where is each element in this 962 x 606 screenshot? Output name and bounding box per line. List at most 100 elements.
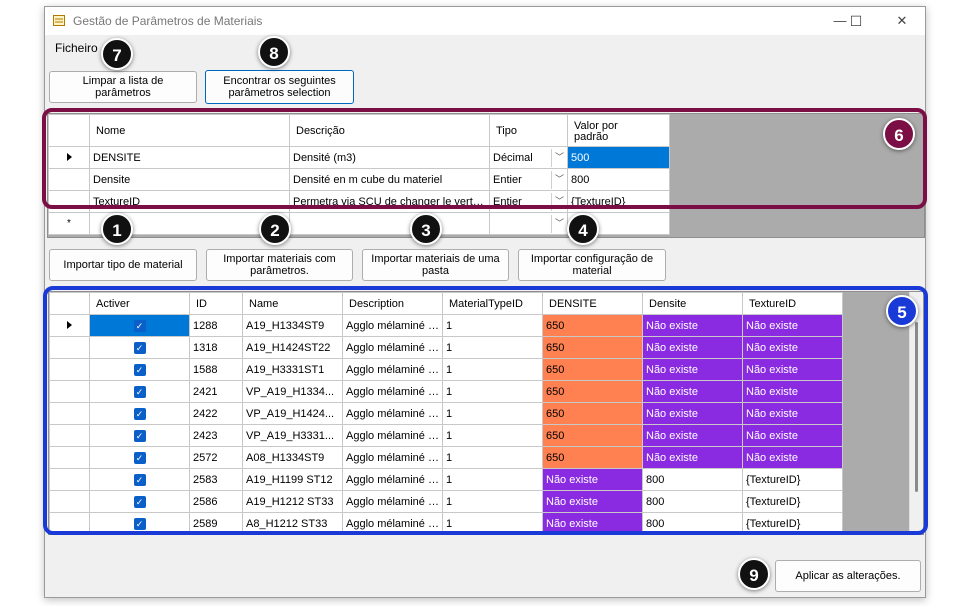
- maximize-button[interactable]: ☐: [841, 11, 871, 31]
- id-cell[interactable]: 1318: [189, 336, 243, 359]
- column-header[interactable]: TextureID: [742, 292, 843, 315]
- activer-checkbox[interactable]: ✓: [133, 363, 146, 376]
- densite-upper-cell[interactable]: 650: [542, 446, 643, 469]
- activer-checkbox[interactable]: ✓: [133, 495, 146, 508]
- densite-upper-cell[interactable]: 650: [542, 402, 643, 425]
- table-row[interactable]: ✓ 1318 A19_H1424ST22 Agglo mélaminé 1... 1 65…: [49, 336, 843, 359]
- chevron-down-icon[interactable]: ﹀: [551, 215, 567, 233]
- activer-cell[interactable]: ✓: [89, 468, 190, 491]
- densite-upper-cell[interactable]: 650: [542, 336, 643, 359]
- table-row[interactable]: ✓ 2589 A8_H1212 ST33 Agglo mélaminé 8... 1 Nã…: [49, 512, 843, 534]
- clear-parameters-button[interactable]: Limpar a lista de parâmetros: [49, 71, 197, 103]
- id-cell[interactable]: 2589: [189, 512, 243, 534]
- material-type-cell[interactable]: 1: [442, 446, 543, 469]
- id-cell[interactable]: 2586: [189, 490, 243, 513]
- texture-cell[interactable]: {TextureID}: [742, 490, 843, 513]
- vertical-scrollbar[interactable]: [909, 292, 923, 534]
- name-cell[interactable]: A19_H1212 ST33: [242, 490, 343, 513]
- chevron-down-icon[interactable]: ﹀: [551, 171, 567, 189]
- densite-upper-cell[interactable]: Não existe: [542, 468, 643, 491]
- column-header[interactable]: Valor por padrão: [567, 114, 670, 147]
- name-cell[interactable]: A8_H1212 ST33: [242, 512, 343, 534]
- texture-cell[interactable]: {TextureID}: [742, 468, 843, 491]
- description-cell[interactable]: Agglo mélaminé 8...: [342, 446, 443, 469]
- activer-cell[interactable]: ✓: [89, 380, 190, 403]
- name-cell[interactable]: A08_H1334ST9: [242, 446, 343, 469]
- activer-cell[interactable]: ✓: [89, 512, 190, 534]
- densite-cell[interactable]: 800: [642, 490, 743, 513]
- scrollbar-thumb[interactable]: [915, 322, 918, 492]
- name-cell[interactable]: VP_A19_H3331...: [242, 424, 343, 447]
- densite-cell[interactable]: Não existe: [642, 402, 743, 425]
- name-cell[interactable]: VP_A19_H1424...: [242, 402, 343, 425]
- activer-cell[interactable]: ✓: [89, 446, 190, 469]
- texture-cell[interactable]: Não existe: [742, 336, 843, 359]
- table-row[interactable]: ✓ 1288 A19_H1334ST9 Agglo mélaminé 1... 1 650…: [49, 314, 843, 337]
- activer-cell[interactable]: ✓: [89, 490, 190, 513]
- activer-cell[interactable]: ✓: [89, 402, 190, 425]
- material-type-cell[interactable]: 1: [442, 358, 543, 381]
- activer-checkbox[interactable]: ✓: [133, 473, 146, 486]
- activer-checkbox[interactable]: ✓: [133, 385, 146, 398]
- column-header[interactable]: DENSITE: [542, 292, 643, 315]
- chevron-down-icon[interactable]: ﹀: [551, 149, 567, 167]
- material-type-cell[interactable]: 1: [442, 512, 543, 534]
- activer-cell[interactable]: ✓: [89, 314, 190, 337]
- column-header[interactable]: Tipo: [489, 114, 568, 147]
- name-cell[interactable]: A19_H3331ST1: [242, 358, 343, 381]
- table-row[interactable]: ✓ 2422 VP_A19_H1424... Agglo mélaminé 1... 1…: [49, 402, 843, 425]
- table-row[interactable]: TextureID Permetra via SCU de changer le…: [48, 190, 670, 213]
- material-type-cell[interactable]: 1: [442, 424, 543, 447]
- id-cell[interactable]: 2583: [189, 468, 243, 491]
- densite-upper-cell[interactable]: 650: [542, 314, 643, 337]
- densite-cell[interactable]: Não existe: [642, 314, 743, 337]
- description-cell[interactable]: Agglo mélaminé 1...: [342, 468, 443, 491]
- table-row[interactable]: ✓ 1588 A19_H3331ST1 Agglo mélaminé 1... 1 650…: [49, 358, 843, 381]
- close-button[interactable]: ✕: [887, 11, 917, 31]
- id-cell[interactable]: 2572: [189, 446, 243, 469]
- id-cell[interactable]: 1588: [189, 358, 243, 381]
- densite-upper-cell[interactable]: Não existe: [542, 512, 643, 534]
- description-cell[interactable]: Permetra via SCU de changer le vert d...: [289, 190, 490, 213]
- table-row[interactable]: ✓ 2583 A19_H1199 ST12 Agglo mélaminé 1... 1 N…: [49, 468, 843, 491]
- import-materials-with-params-button[interactable]: Importar materiais com parâmetros.: [206, 249, 353, 281]
- material-type-cell[interactable]: 1: [442, 380, 543, 403]
- activer-checkbox[interactable]: ✓: [133, 341, 146, 354]
- densite-cell[interactable]: 800: [642, 468, 743, 491]
- table-row[interactable]: ✓ 2423 VP_A19_H3331... Agglo mélaminé 1... 1…: [49, 424, 843, 447]
- import-material-type-button[interactable]: Importar tipo de material: [49, 249, 197, 281]
- activer-cell[interactable]: ✓: [89, 424, 190, 447]
- id-cell[interactable]: 2422: [189, 402, 243, 425]
- material-type-cell[interactable]: 1: [442, 468, 543, 491]
- default-value-cell[interactable]: 500: [567, 146, 670, 169]
- column-header[interactable]: ID: [189, 292, 243, 315]
- texture-cell[interactable]: Não existe: [742, 424, 843, 447]
- type-combobox[interactable]: Entier ﹀: [489, 190, 568, 213]
- densite-upper-cell[interactable]: 650: [542, 358, 643, 381]
- texture-cell[interactable]: {TextureID}: [742, 512, 843, 534]
- type-combobox[interactable]: ﹀: [489, 212, 568, 235]
- description-cell[interactable]: Agglo mélaminé 1...: [342, 314, 443, 337]
- densite-cell[interactable]: Não existe: [642, 380, 743, 403]
- column-header[interactable]: Nome: [89, 114, 290, 147]
- densite-upper-cell[interactable]: 650: [542, 380, 643, 403]
- menu-file[interactable]: Ficheiro: [55, 41, 98, 55]
- description-cell[interactable]: [289, 212, 490, 235]
- default-value-cell[interactable]: {TextureID}: [567, 190, 670, 213]
- name-cell[interactable]: TextureID: [89, 190, 290, 213]
- column-header[interactable]: Activer: [89, 292, 190, 315]
- description-cell[interactable]: Agglo mélaminé 1...: [342, 358, 443, 381]
- activer-cell[interactable]: ✓: [89, 336, 190, 359]
- texture-cell[interactable]: Não existe: [742, 446, 843, 469]
- densite-cell[interactable]: Não existe: [642, 336, 743, 359]
- description-cell[interactable]: Agglo mélaminé 8...: [342, 512, 443, 534]
- texture-cell[interactable]: Não existe: [742, 358, 843, 381]
- table-row[interactable]: ✓ 2586 A19_H1212 ST33 Agglo mélaminé 1... 1 N…: [49, 490, 843, 513]
- name-cell[interactable]: Densite: [89, 168, 290, 191]
- id-cell[interactable]: 2423: [189, 424, 243, 447]
- find-parameters-button[interactable]: Encontrar os seguintes parâmetros selecti…: [205, 70, 354, 104]
- description-cell[interactable]: Agglo mélaminé 1...: [342, 424, 443, 447]
- material-type-cell[interactable]: 1: [442, 490, 543, 513]
- materials-grid[interactable]: Activer ID Name Description MaterialType…: [48, 291, 924, 535]
- activer-checkbox[interactable]: ✓: [133, 517, 146, 530]
